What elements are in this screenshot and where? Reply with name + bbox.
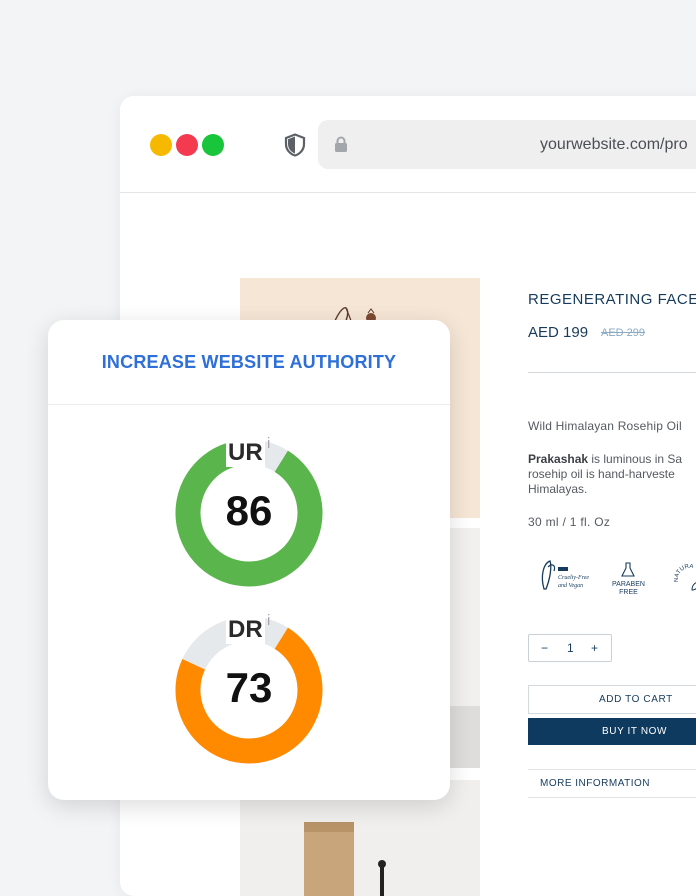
ur-gauge: UR i 86	[175, 435, 323, 587]
product-title: REGENERATING FACE	[528, 291, 696, 308]
divider	[528, 372, 696, 373]
lock-icon	[334, 136, 348, 158]
quantity-decrease-button[interactable]: −	[541, 641, 548, 655]
description-line: Himalayas.	[528, 482, 588, 496]
product-price: AED 199	[528, 324, 589, 341]
authority-card: INCREASE WEBSITE AUTHORITY UR i 86 DR i …	[48, 320, 450, 800]
ur-value: 86	[225, 487, 273, 534]
svg-text:and Vegan: and Vegan	[558, 583, 583, 589]
dr-info-icon[interactable]: i	[267, 612, 270, 629]
brand-name: Prakashak	[528, 452, 589, 466]
ur-label: UR	[226, 439, 265, 467]
product-old-price: AED 299	[601, 327, 646, 339]
svg-text:NATURAL: NATURAL	[674, 564, 694, 582]
buy-now-button[interactable]: BUY IT NOW	[528, 718, 696, 745]
product-subtitle: Wild Himalayan Rosehip Oil	[528, 419, 682, 433]
maximize-button[interactable]	[202, 134, 224, 156]
paraben-label: PARABEN	[612, 581, 645, 588]
dr-value: 73	[225, 664, 273, 711]
description-line: is luminous in Sa	[588, 452, 683, 466]
paraben-label: FREE	[619, 589, 638, 596]
card-divider	[48, 404, 450, 405]
dr-gauge: DR i 73	[175, 612, 323, 764]
flask-icon	[621, 562, 636, 577]
card-title: INCREASE WEBSITE AUTHORITY	[101, 352, 397, 372]
address-bar[interactable]: yourwebsite.com/pro	[318, 120, 696, 169]
dr-label: DR	[226, 616, 265, 644]
product-description: Prakashak is luminous in Sa rosehip oil i…	[528, 452, 682, 497]
shield-icon[interactable]	[284, 133, 306, 162]
natural-badge: NATURAL	[672, 560, 696, 599]
more-information-toggle[interactable]: MORE INFORMATION	[528, 769, 696, 798]
cruelty-free-badge: Cruelty-Free and Vegan	[538, 557, 592, 598]
paraben-free-badge: PARABEN FREE	[612, 562, 645, 597]
browser-toolbar: yourwebsite.com/pro	[120, 96, 696, 193]
svg-text:Cruelty-Free: Cruelty-Free	[558, 575, 589, 581]
description-line: rosehip oil is hand-harveste	[528, 467, 675, 481]
product-size: 30 ml / 1 fl. Oz	[528, 515, 611, 529]
add-to-cart-button[interactable]: ADD TO CART	[528, 685, 696, 714]
close-button[interactable]	[176, 134, 198, 156]
ur-info-icon[interactable]: i	[267, 435, 270, 452]
quantity-stepper[interactable]: − 1 +	[528, 634, 612, 662]
url-text: yourwebsite.com/pro	[540, 136, 688, 153]
quantity-value[interactable]: 1	[567, 641, 574, 655]
minimize-button[interactable]	[150, 134, 172, 156]
quantity-increase-button[interactable]: +	[591, 641, 598, 655]
